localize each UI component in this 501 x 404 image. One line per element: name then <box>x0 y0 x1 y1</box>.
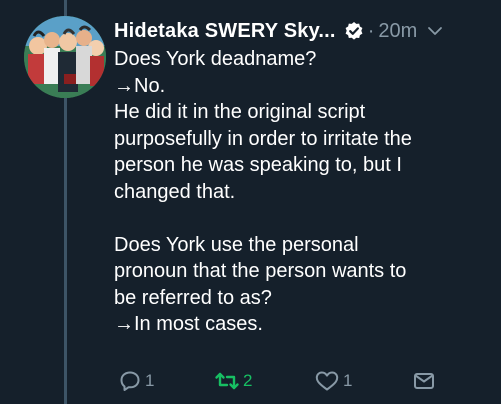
like-button[interactable]: 1 <box>314 366 352 396</box>
heart-outline-icon <box>314 369 340 393</box>
like-count: 1 <box>343 371 353 390</box>
retweet-arrows-icon <box>214 369 240 393</box>
tweet-line: be referred to as? <box>114 286 272 309</box>
reply-button[interactable]: 1 <box>118 366 154 396</box>
tweet-line: →In most cases. <box>114 313 263 335</box>
tweet-text: Does York deadname? →No. He did it in th… <box>114 46 494 338</box>
tweet-line: He did it in the original script <box>114 101 366 123</box>
verified-badge-icon <box>344 21 364 41</box>
tweet-actions: 1 2 1 <box>114 366 494 396</box>
chevron-down-icon[interactable] <box>427 23 443 39</box>
reply-count: 1 <box>145 371 155 390</box>
tweet-line: Does York deadname? <box>114 48 317 70</box>
tweet-line: purposefully in order to irritate the <box>114 127 412 150</box>
tweet-line: →No. <box>114 74 166 97</box>
separator-dot: · <box>367 19 375 42</box>
timestamp[interactable]: 20m <box>378 20 417 43</box>
retweet-count: 2 <box>243 371 253 390</box>
tweet-header: Hidetaka SWERY Sky... · 20m <box>114 16 492 46</box>
tweet-line: person he was speaking to, but I <box>114 154 402 176</box>
tweet-line: changed that. <box>114 180 236 203</box>
reply-bubble-icon <box>118 369 142 393</box>
avatar[interactable] <box>24 16 106 98</box>
tweet-line: pronoun that the person wants to <box>114 260 407 282</box>
tweet-line: Does York use the personal <box>114 233 359 256</box>
retweet-button[interactable]: 2 <box>214 366 252 396</box>
author-name[interactable]: Hidetaka SWERY Sky... <box>114 20 336 43</box>
direct-message-button[interactable] <box>412 366 436 396</box>
paragraph-break <box>114 205 494 232</box>
envelope-icon <box>412 369 436 393</box>
